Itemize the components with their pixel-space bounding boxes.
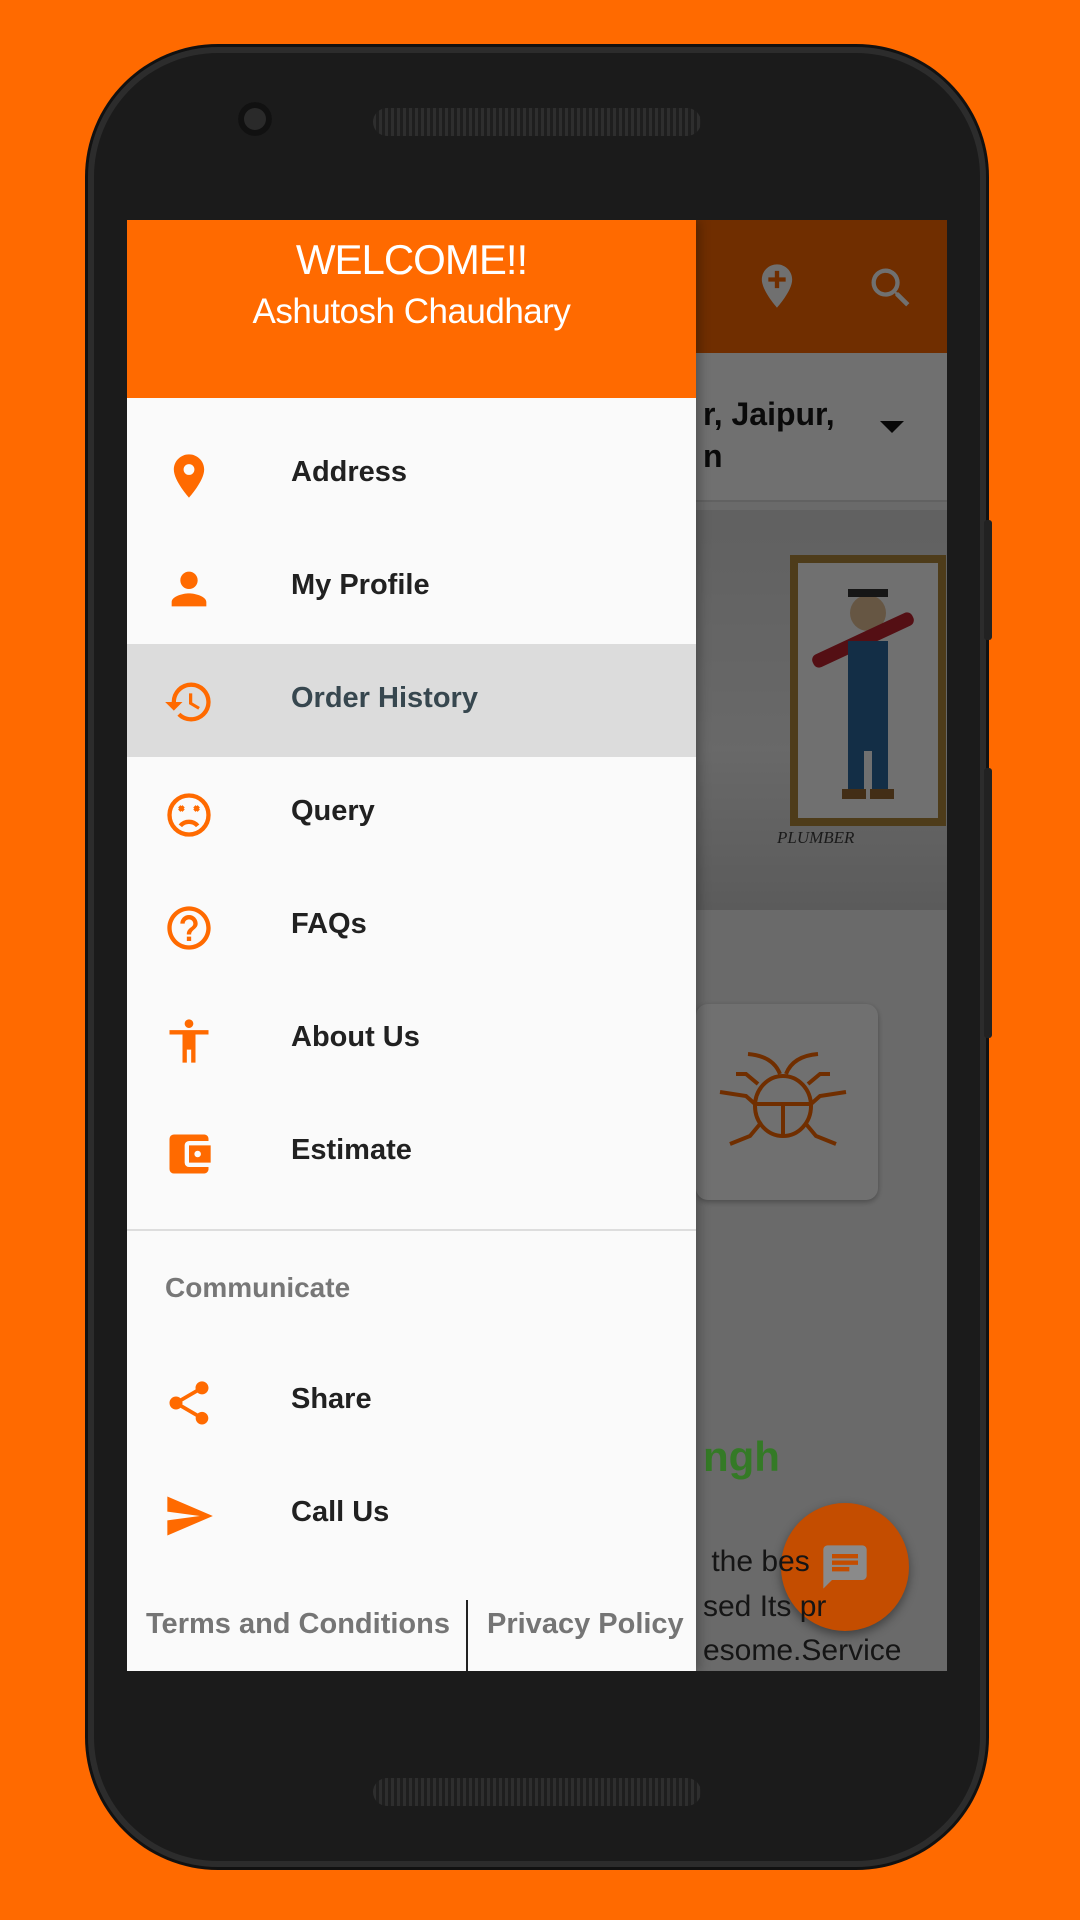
drawer-item-label: About Us <box>291 1021 420 1053</box>
screen: r, Jaipur, n PLUMBER ngh the bes sed Its … <box>127 220 947 1671</box>
address-line-1: r, Jaipur, <box>703 396 835 432</box>
privacy-link[interactable]: Privacy Policy <box>487 1608 684 1641</box>
share-icon <box>169 1381 209 1425</box>
drawer-divider <box>127 1229 696 1231</box>
drawer-item-label: My Profile <box>291 569 430 601</box>
drawer-item-label: Share <box>291 1383 372 1415</box>
drawer-item-estimate[interactable]: Estimate <box>127 1096 696 1209</box>
volume-button <box>984 768 992 1038</box>
navigation-drawer: WELCOME!! Ashutosh Chaudhary Address My … <box>127 220 696 1671</box>
drawer-item-about-us[interactable]: About Us <box>127 983 696 1096</box>
description-line: the bes <box>703 1545 810 1578</box>
welcome-text: WELCOME!! <box>295 236 528 283</box>
drawer-header: WELCOME!! Ashutosh Chaudhary <box>127 220 696 398</box>
bottom-speaker <box>373 1778 701 1806</box>
drawer-item-address[interactable]: Address <box>127 418 696 531</box>
person-icon <box>171 571 207 607</box>
chat-icon <box>823 1545 867 1589</box>
wallet-icon <box>169 1134 211 1174</box>
front-camera <box>238 102 272 136</box>
terms-link[interactable]: Terms and Conditions <box>146 1608 450 1641</box>
drawer-item-faqs[interactable]: FAQs <box>127 870 696 983</box>
drawer-item-label: Estimate <box>291 1134 412 1166</box>
power-button <box>984 520 992 640</box>
drawer-item-share[interactable]: Share <box>127 1345 696 1458</box>
drawer-item-label: Call Us <box>291 1496 390 1528</box>
user-name: Ashutosh Chaudhary <box>252 292 571 331</box>
drawer-item-label: Order History <box>291 682 478 714</box>
address-text: r, Jaipur, n <box>703 393 835 477</box>
footer-separator <box>466 1600 468 1671</box>
drawer-item-query[interactable]: Query <box>127 757 696 870</box>
description-line: sed Its pr <box>703 1590 827 1623</box>
drawer-item-label: Query <box>291 795 375 827</box>
drawer-item-label: Address <box>291 456 408 488</box>
top-speaker <box>373 108 701 136</box>
send-icon <box>167 1496 213 1536</box>
drawer-item-my-profile[interactable]: My Profile <box>127 531 696 644</box>
drawer-item-label: FAQs <box>291 908 367 940</box>
sad-face-icon <box>167 793 211 837</box>
help-circle-icon <box>167 906 211 950</box>
provider-name: ngh <box>703 1433 780 1480</box>
accessibility-icon <box>169 1019 209 1063</box>
drawer-item-call-us[interactable]: Call Us <box>127 1458 696 1571</box>
section-header-communicate: Communicate <box>165 1272 351 1303</box>
description-line: esome.Service <box>703 1634 902 1667</box>
location-pin-icon <box>173 454 205 498</box>
address-line-2: n <box>703 438 723 474</box>
history-icon <box>165 682 211 722</box>
drawer-item-order-history[interactable]: Order History <box>127 644 696 757</box>
banner-label: PLUMBER <box>777 828 855 847</box>
